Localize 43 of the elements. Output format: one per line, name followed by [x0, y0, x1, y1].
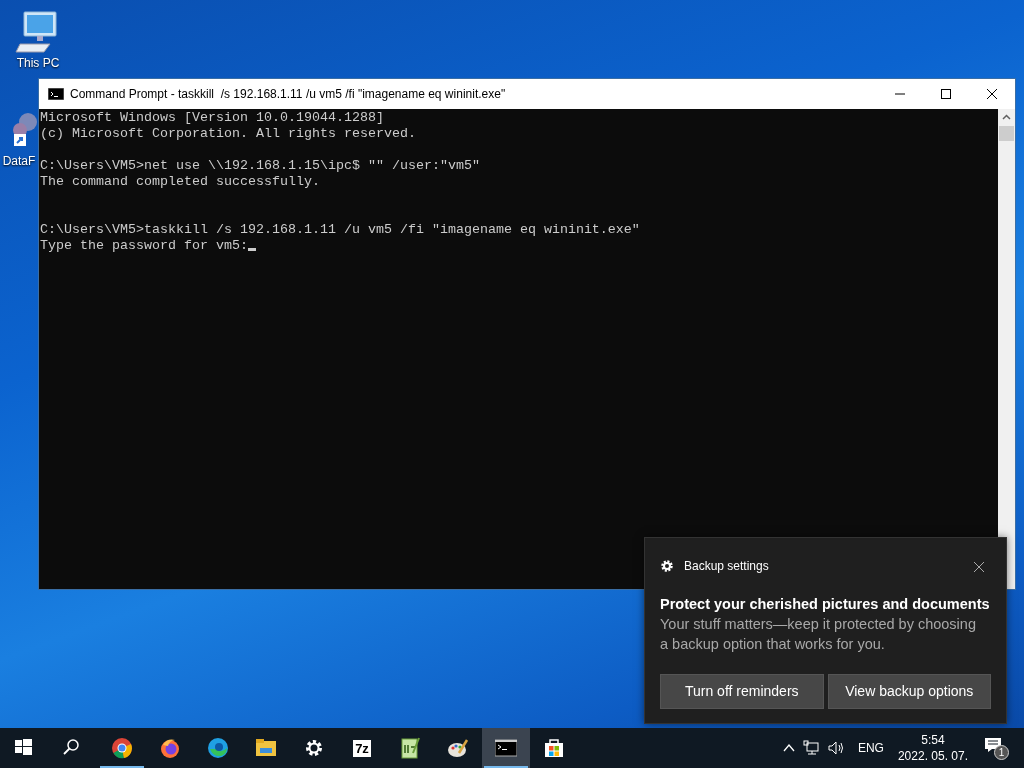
console-line: C:\Users\VM5>taskkill /s 192.168.1.11 /u vm5 /fi "imagename eq wininit.exe" [40, 222, 640, 237]
notification-text: Your stuff matters—keep it protected by choosing a backup option that works for you. [660, 615, 977, 654]
browser-icon [207, 737, 229, 759]
running-indicator [484, 766, 528, 768]
language-indicator[interactable]: ENG [857, 739, 884, 757]
password-prompt: Type the password for vm5: [40, 238, 248, 253]
clock-time[interactable]: 5:54 [921, 732, 945, 748]
volume-icon[interactable] [827, 740, 846, 756]
store-icon [543, 737, 565, 759]
console-icon [48, 88, 64, 100]
browser-icon [111, 737, 133, 759]
icon-label: DataF [2, 153, 36, 170]
console-line: C:\Users\VM5>net use \\192.168.1.15\ipc$ "" /user:"vm5" [40, 158, 480, 173]
gear-icon [660, 559, 674, 573]
notification-title: Protect your cherished pictures and documents [660, 595, 991, 614]
chevron-up-icon[interactable] [782, 744, 795, 752]
notification-button[interactable]: View backup options [827, 674, 991, 709]
console-icon [495, 737, 517, 759]
notification-badge: 1 [994, 745, 1009, 760]
folder-icon [255, 737, 277, 759]
window-title: Command Prompt - taskkill /s 192.168.1.11 /u vm5 /fi "imagename eq wininit.exe" [70, 86, 507, 103]
network-icon[interactable] [802, 740, 819, 756]
close-icon[interactable] [974, 561, 984, 572]
running-indicator [100, 766, 144, 768]
notification-center-button[interactable]: 1 [982, 735, 1012, 761]
close-icon[interactable] [987, 89, 997, 99]
console-line: (c) Microsoft Corporation. All rights reserved. [40, 126, 416, 141]
icon-label: This PC [16, 55, 60, 72]
clock-date[interactable]: 2022. 05. 07. [897, 748, 968, 764]
maximize-icon[interactable] [941, 89, 951, 99]
taskbar-button[interactable]: 7z [338, 728, 386, 768]
palette-icon [447, 737, 469, 759]
console-line: The command completed successfully. [40, 174, 320, 189]
text-cursor [247, 248, 256, 251]
console-line: Microsoft Windows [Version 10.0.19044.1288] [40, 110, 384, 125]
browser-icon [159, 737, 181, 759]
taskbar-button[interactable] [482, 728, 530, 768]
app-name: Backup settings [684, 558, 770, 575]
scroll-thumb[interactable] [999, 126, 1014, 141]
notepad-icon [399, 737, 421, 759]
settings-icon [303, 737, 325, 759]
notification-button[interactable]: Turn off reminders [660, 674, 824, 709]
archive-icon: 7z [353, 739, 371, 757]
